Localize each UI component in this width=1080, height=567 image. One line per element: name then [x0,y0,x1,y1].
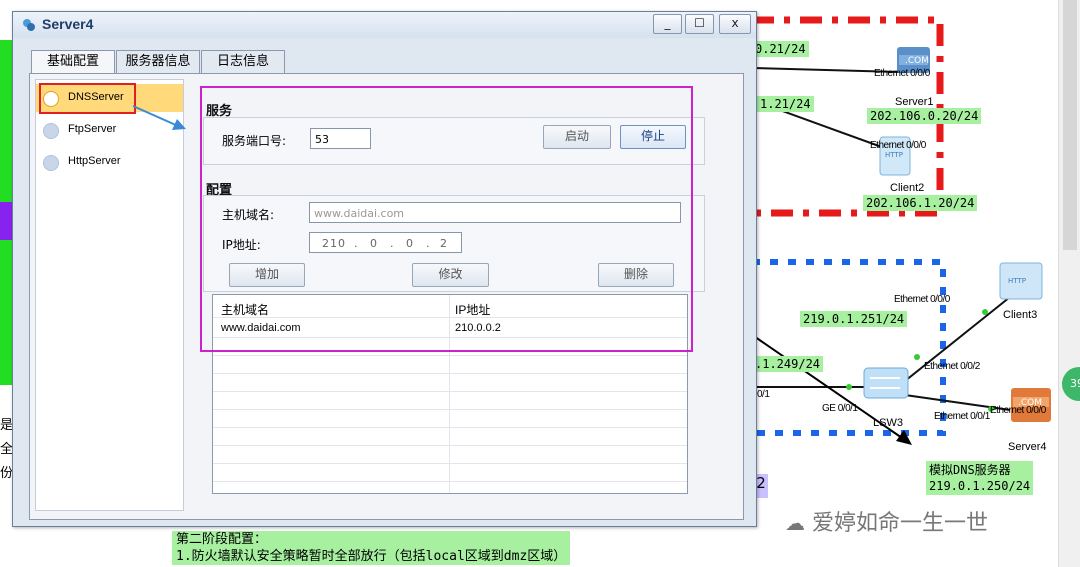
server1-port: Ethernet 0/0/0 [874,68,930,79]
left-port: 0/1 [757,389,770,400]
client2-ip: 202.106.1.20/24 [863,195,978,211]
svg-text:HTTP: HTTP [885,151,903,159]
client3-icon: HTTP [999,262,1043,300]
minimize-button[interactable]: _ [653,14,682,34]
list-item-http[interactable]: HttpServer [36,148,183,176]
svg-text:.COM: .COM [905,56,929,66]
window-title: Server4 [42,16,94,32]
svg-text:HTTP: HTTP [1008,277,1026,285]
bottom-note: 第二阶段配置： 1.防火墙默认安全策略暂时全部放行（包括local区域到dmz区… [172,531,571,565]
server-type-list: DNSServer FtpServer HttpServer [35,79,184,511]
client2-label[interactable]: Client2 [890,182,924,194]
annotation-highlight-box [200,86,693,352]
close-button[interactable]: x [719,14,751,34]
ip-label-4: .1.249/24 [752,356,824,372]
server1-ip: 202.106.0.20/24 [867,108,982,124]
client3-port: Ethernet 0/0/0 [894,294,950,305]
server1-label[interactable]: Server1 [895,96,934,108]
page-scrollbar[interactable] [1058,0,1080,567]
maximize-button[interactable]: ☐ [685,14,714,34]
client2-port: Ethernet 0/0/0 [870,140,926,151]
http-server-icon [43,155,59,171]
app-icon [23,19,35,31]
lsw3-icon [863,367,909,399]
wechat-icon: ☁ [785,511,805,535]
client3-label[interactable]: Client3 [1003,309,1037,321]
tab-server-info[interactable]: 服务器信息 [116,50,200,74]
dns-highlight-box [39,83,136,114]
lsw3-ge: GE 0/0/1 [822,403,858,414]
server4-port: Ethernet 0/0/0 [990,405,1046,416]
title-bar[interactable]: Server4 _ ☐ x [13,12,756,38]
watermark: ☁ 爱婷如命一生一世 [785,511,989,536]
server4-label[interactable]: Server4 [1008,441,1047,453]
lsw3-port-1: Ethernet 0/0/1 [934,411,990,422]
ftp-server-icon [43,123,59,139]
ip-label-3: 219.0.1.251/24 [800,311,908,327]
list-item-label: FtpServer [68,123,117,135]
ip-label-1: 0.21/24 [752,41,809,57]
tab-log-info[interactable]: 日志信息 [201,50,285,74]
lsw3-port-2: Ethernet 0/0/2 [924,361,980,372]
tab-basic-config[interactable]: 基础配置 [31,50,115,75]
list-item-label: HttpServer [68,155,121,167]
ip-label-2: 1.21/24 [757,96,814,112]
lsw3-label[interactable]: LSW3 [873,417,903,429]
server4-note: 模拟DNS服务器 219.0.1.250/24 [926,461,1034,495]
highlight-arrow [132,105,186,130]
scroll-thumb[interactable] [1063,0,1077,250]
